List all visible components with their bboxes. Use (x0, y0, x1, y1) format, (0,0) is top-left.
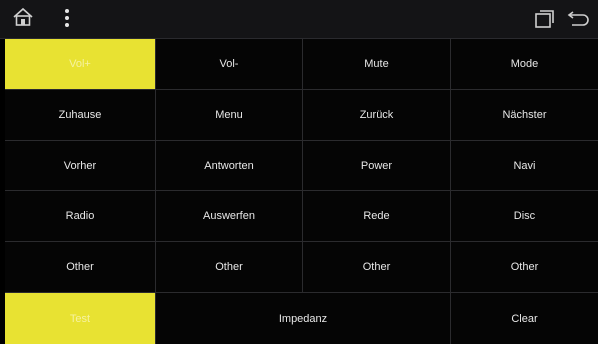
antworten-button[interactable]: Antworten (156, 140, 303, 192)
vol-down-button[interactable]: Vol- (156, 39, 303, 90)
other-button-2[interactable]: Other (156, 242, 303, 294)
radio-button[interactable]: Radio (5, 191, 156, 243)
other-button-3[interactable]: Other (303, 242, 451, 294)
zuhause-button[interactable]: Zuhause (5, 89, 156, 141)
test-button[interactable]: Test (5, 293, 156, 344)
back-arrow-icon[interactable] (566, 9, 590, 34)
menu-button[interactable]: Menu (156, 89, 303, 141)
recent-apps-icon[interactable] (534, 8, 556, 35)
mode-button[interactable]: Mode (451, 39, 598, 90)
vorher-button[interactable]: Vorher (5, 140, 156, 192)
other-button-1[interactable]: Other (5, 242, 156, 294)
other-button-4[interactable]: Other (451, 242, 598, 294)
vol-up-button[interactable]: Vol+ (5, 39, 156, 90)
disc-button[interactable]: Disc (451, 191, 598, 243)
navi-button[interactable]: Navi (451, 140, 598, 192)
clear-button[interactable]: Clear (451, 293, 598, 344)
power-button[interactable]: Power (303, 140, 451, 192)
naechster-button[interactable]: Nächster (451, 89, 598, 141)
zurueck-button[interactable]: Zurück (303, 89, 451, 141)
more-vertical-icon[interactable] (64, 8, 70, 33)
rede-button[interactable]: Rede (303, 191, 451, 243)
status-bar (0, 0, 598, 39)
mute-button[interactable]: Mute (303, 39, 451, 90)
home-icon[interactable] (12, 7, 34, 32)
button-grid: Vol+ Vol- Mute Mode Zuhause Menu Zurück … (5, 39, 598, 344)
auswerfen-button[interactable]: Auswerfen (156, 191, 303, 243)
impedanz-display: Impedanz (156, 293, 451, 344)
